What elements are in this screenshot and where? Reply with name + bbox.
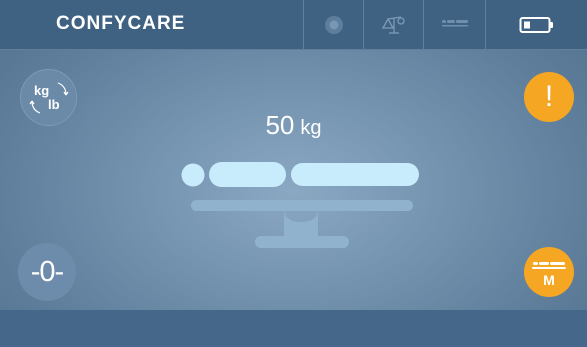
mode-label: M (543, 272, 555, 288)
zero-button-label: -0- (30, 255, 64, 288)
zero-button[interactable]: -0- (18, 243, 76, 301)
mode-button[interactable]: M (524, 247, 574, 297)
mode-icon: M (532, 262, 566, 288)
scale-screen: CONFYCARE kg lb 50 kg -0- ! M (0, 0, 587, 347)
patient-on-scale-icon (181, 162, 419, 248)
alert-button[interactable]: ! (524, 72, 574, 122)
alert-icon: ! (544, 80, 554, 113)
bottom-bar (0, 310, 587, 347)
